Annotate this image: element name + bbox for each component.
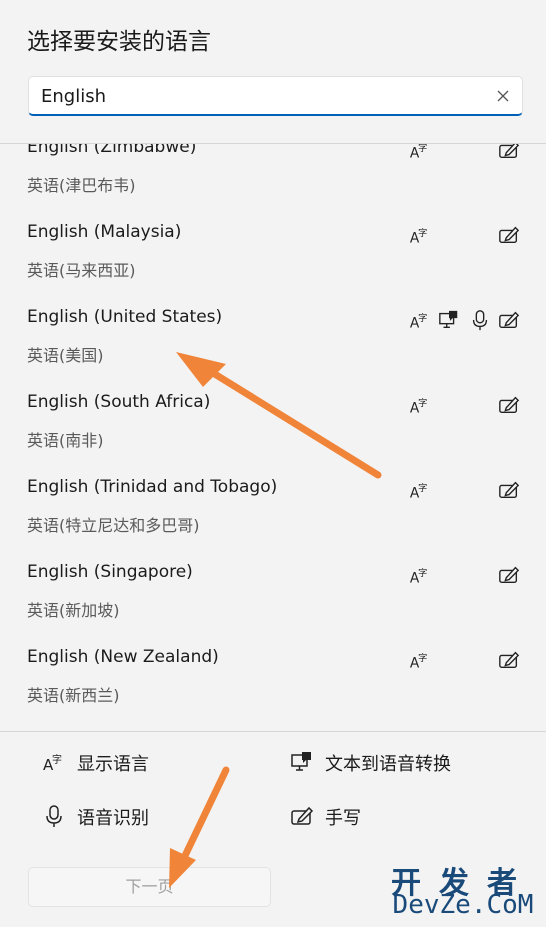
language-list-item[interactable]: English (Trinidad and Tobago) 英语(特立尼达和多巴哥…	[0, 471, 546, 556]
svg-text:字: 字	[418, 227, 427, 239]
svg-text:字: 字	[418, 312, 427, 324]
svg-text:字: 字	[418, 482, 427, 494]
language-name: English (Singapore)	[27, 562, 193, 582]
display-language-icon: A字	[409, 309, 431, 331]
display-language-icon: A字	[409, 479, 431, 501]
microphone-icon	[42, 804, 66, 828]
microphone-icon	[469, 309, 491, 331]
text-to-speech-icon	[290, 750, 314, 774]
handwriting-icon	[498, 479, 520, 501]
language-native-name: 英语(特立尼达和多巴哥)	[27, 516, 200, 535]
legend-label: 文本到语音转换	[325, 754, 451, 775]
language-native-name: 英语(美国)	[27, 346, 104, 365]
language-name: English (South Africa)	[27, 392, 211, 412]
language-name: English (New Zealand)	[27, 647, 219, 667]
handwriting-icon	[498, 309, 520, 331]
handwriting-icon	[498, 144, 520, 161]
language-list-item[interactable]: English (New Zealand) 英语(新西兰) A 字	[0, 641, 546, 726]
watermark-bottom: DevZe.CoM	[392, 890, 534, 920]
svg-text:字: 字	[418, 652, 427, 664]
language-name: English (Trinidad and Tobago)	[27, 477, 278, 497]
watermark: 开发者 DevZe.CoM	[388, 858, 538, 922]
language-list-item[interactable]: English (Zimbabwe) 英语(津巴布韦) A 字	[0, 143, 546, 216]
handwriting-icon	[498, 224, 520, 246]
display-language-icon: A字	[42, 750, 66, 774]
language-list-item[interactable]: English (South Africa) 英语(南非) A 字	[0, 386, 546, 471]
next-page-button[interactable]: 下一页	[28, 867, 271, 907]
language-list-item[interactable]: English (Singapore) 英语(新加坡) A 字	[0, 556, 546, 641]
language-list[interactable]: English (Zimbabwe) 英语(津巴布韦) A 字 English (Mal…	[0, 143, 546, 731]
handwriting-icon	[290, 804, 314, 828]
handwriting-icon	[498, 564, 520, 586]
search-box[interactable]	[28, 76, 523, 116]
clear-icon[interactable]	[496, 88, 510, 102]
svg-text:字: 字	[418, 397, 427, 409]
display-language-icon: A字	[409, 564, 431, 586]
language-name: English (United States)	[27, 307, 223, 327]
language-native-name: 英语(新西兰)	[27, 686, 120, 705]
svg-text:字: 字	[418, 567, 427, 579]
legend-label: 手写	[325, 808, 361, 829]
legend-label: 显示语言	[77, 754, 149, 775]
language-native-name: 英语(马来西亚)	[27, 261, 136, 280]
dialog-title: 选择要安装的语言	[27, 29, 211, 55]
search-input[interactable]	[41, 83, 481, 109]
text-to-speech-icon	[438, 309, 460, 331]
language-name: English (Zimbabwe)	[27, 143, 197, 157]
language-list-item[interactable]: English (Malaysia) 英语(马来西亚) A 字	[0, 216, 546, 301]
language-list-item[interactable]: English (United States) 英语(美国) A 字	[0, 301, 546, 386]
legend-label: 语音识别	[77, 808, 149, 829]
language-native-name: 英语(南非)	[27, 431, 104, 450]
language-native-name: 英语(津巴布韦)	[27, 176, 136, 195]
handwriting-icon	[498, 649, 520, 671]
display-language-icon: A字	[409, 224, 431, 246]
display-language-icon: A字	[409, 394, 431, 416]
display-language-icon: A字	[409, 143, 431, 161]
svg-text:字: 字	[52, 753, 62, 766]
display-language-icon: A字	[409, 649, 431, 671]
handwriting-icon	[498, 394, 520, 416]
language-native-name: 英语(新加坡)	[27, 601, 120, 620]
svg-text:字: 字	[418, 143, 427, 154]
language-name: English (Malaysia)	[27, 222, 182, 242]
